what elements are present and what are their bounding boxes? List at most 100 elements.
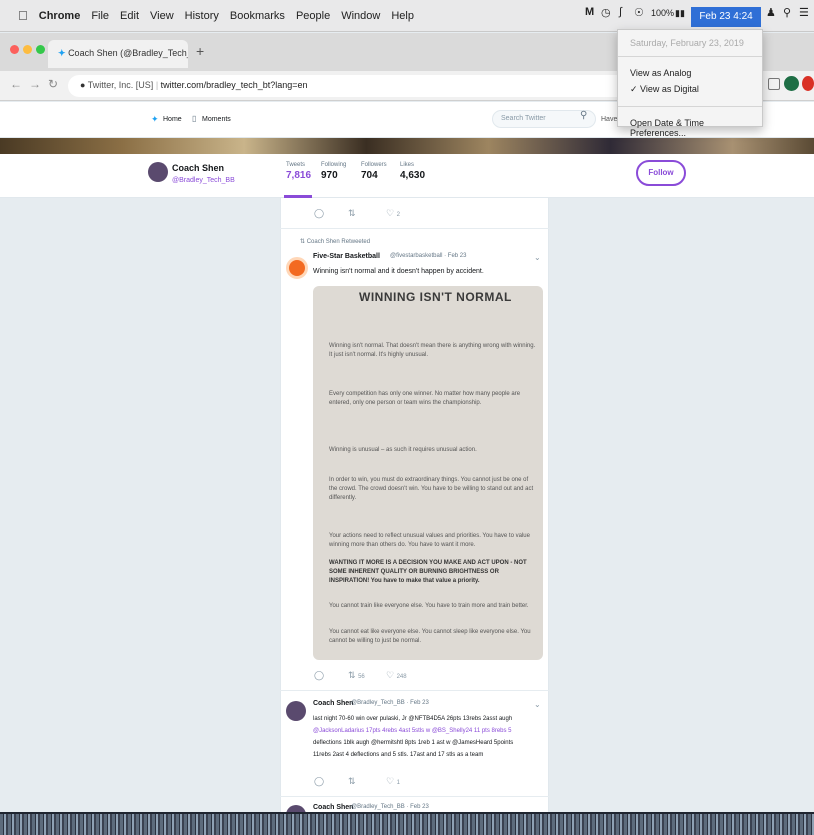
nav-moments[interactable]: Moments — [202, 116, 231, 123]
chevron-down-icon[interactable]: ⌄ — [534, 700, 541, 709]
tweet-text-line: @JacksonLadarius 17pts 4rebs 4ast 5stls … — [313, 728, 512, 734]
tweet-handle-date[interactable]: @Bradley_Tech_BB · Feb 23 — [351, 804, 429, 810]
battery-icon[interactable]: ▮▮ — [675, 8, 685, 19]
heart-icon: ♡ — [386, 208, 395, 218]
spotlight-search-icon[interactable]: ⚲ — [783, 6, 791, 19]
retweet-note-text: Coach Shen Retweeted — [306, 239, 371, 245]
address-prefix: Twitter, Inc. [US] — [87, 80, 154, 90]
avatar[interactable] — [286, 701, 306, 721]
close-window-button[interactable] — [10, 45, 19, 54]
profile-handle[interactable]: @Bradley_Tech_BB — [172, 177, 235, 184]
stat-followers[interactable]: Followers 704 — [361, 162, 387, 181]
like-action[interactable]: ♡ 1 — [386, 776, 400, 787]
menu-history[interactable]: History — [185, 10, 219, 22]
tweet-author[interactable]: Coach Shen — [313, 700, 353, 707]
reply-icon[interactable]: ◯ — [314, 670, 324, 681]
browser-tab[interactable]: ✦ Coach Shen (@Bradley_Tech_) × — [48, 40, 188, 68]
profile-extension-icon[interactable] — [802, 76, 814, 91]
like-action[interactable]: ♡ 248 — [386, 670, 407, 681]
like-action[interactable]: ♡ 2 — [386, 208, 400, 219]
tweet-text: Winning isn't normal and it doesn't happ… — [313, 268, 484, 275]
user-icon[interactable]: ♟ — [766, 6, 776, 19]
menu-people[interactable]: People — [296, 10, 330, 22]
stat-tweets[interactable]: Tweets 7,816 — [286, 162, 311, 181]
retweet-action[interactable]: ⇅ 56 — [348, 670, 365, 681]
back-arrow-icon[interactable]: ← — [10, 77, 22, 91]
have-account-link[interactable]: Have — [601, 116, 617, 123]
stat-following[interactable]: Following 970 — [321, 162, 346, 181]
minimize-window-button[interactable] — [23, 45, 32, 54]
avatar[interactable] — [286, 257, 308, 279]
retweet-note: ⇅ Coach Shen Retweeted — [300, 238, 370, 245]
menu-separator — [618, 56, 762, 57]
profile-name[interactable]: Coach Shen — [172, 163, 224, 173]
tweet-text-line: last night 70-60 win over pulaski, Jr @N… — [313, 716, 513, 722]
avatar[interactable] — [148, 162, 168, 182]
stat-likes[interactable]: Likes 4,630 — [400, 162, 425, 181]
chevron-down-icon[interactable]: ⌄ — [534, 253, 541, 262]
wifi-icon[interactable]: ☉ — [634, 6, 644, 19]
photo-paragraph: Winning is unusual – as such it requires… — [329, 447, 477, 453]
photo-paragraph: Your actions need to reflect unusual val… — [329, 533, 530, 548]
reply-icon[interactable]: ◯ — [314, 776, 324, 787]
photo-paragraph: In order to win, you must do extraordina… — [329, 477, 534, 501]
url-text: twitter.com/bradley_tech_bt?lang=en — [160, 80, 308, 90]
stat-label: Followers — [361, 162, 387, 168]
zoom-window-button[interactable] — [36, 45, 45, 54]
tweet-handle-date[interactable]: @Bradley_Tech_BB · Feb 23 — [351, 700, 429, 706]
menu-chrome[interactable]: Chrome — [39, 10, 81, 22]
reply-icon[interactable]: ◯ — [314, 208, 324, 219]
time-machine-icon[interactable]: ◷ — [601, 6, 611, 19]
reload-icon[interactable]: ↻ — [48, 77, 58, 91]
menu-edit[interactable]: Edit — [120, 10, 139, 22]
photo-bold-paragraph: WANTING IT MORE IS A DECISION YOU MAKE A… — [329, 560, 527, 584]
moments-icon[interactable]: ▯ — [192, 114, 196, 123]
menu-help[interactable]: Help — [391, 10, 414, 22]
retweet-icon[interactable]: ⇅ — [348, 776, 356, 787]
tweet-divider — [280, 690, 549, 691]
bluetooth-icon[interactable]: ∫ — [619, 6, 622, 18]
search-icon[interactable]: ⚲ — [580, 110, 587, 121]
photo-title: WINNING ISN'T NORMAL — [359, 290, 512, 304]
clock-dropdown-menu: Saturday, February 23, 2019 View as Anal… — [617, 29, 763, 138]
date-time-preferences-item[interactable]: Open Date & Time Preferences... — [618, 115, 762, 141]
retweet-count: 56 — [358, 674, 365, 680]
follow-button[interactable]: Follow — [636, 160, 686, 186]
heart-icon: ♡ — [386, 670, 395, 680]
apple-icon[interactable]:  — [18, 8, 28, 23]
photo-paragraph: You cannot train like everyone else. You… — [329, 603, 529, 609]
photo-paragraph: Winning isn't normal. That doesn't mean … — [329, 343, 536, 358]
tweet-photo[interactable]: WINNING ISN'T NORMAL Winning isn't norma… — [313, 286, 543, 660]
menu-view[interactable]: View — [150, 10, 174, 22]
extension-icon[interactable] — [784, 76, 799, 91]
stat-value: 4,630 — [400, 170, 426, 181]
nav-home[interactable]: Home — [163, 116, 182, 123]
tweet-author[interactable]: Coach Shen — [313, 804, 353, 811]
tweet-author[interactable]: Five-Star Basketball — [313, 253, 380, 260]
twitter-bird-icon: ✦ — [58, 48, 66, 58]
new-tab-button[interactable]: + — [196, 43, 204, 59]
mac-dock[interactable] — [0, 812, 814, 835]
bookmark-icon[interactable] — [768, 78, 780, 90]
menu-clock[interactable]: Feb 23 4:24 PM — [691, 7, 761, 42]
menu-file[interactable]: File — [91, 10, 109, 22]
stat-label: Tweets — [286, 162, 306, 168]
tweet-text-line: deflections 1blk augh @hermitshtl 8pts 1… — [313, 740, 514, 746]
dropdown-date: Saturday, February 23, 2019 — [630, 38, 744, 48]
menu-window[interactable]: Window — [341, 10, 380, 22]
photo-paragraph: You cannot eat like everyone else. You c… — [329, 629, 531, 644]
home-icon[interactable]: ✦ — [151, 114, 159, 125]
stat-value: 7,816 — [286, 170, 312, 181]
notification-center-icon[interactable]: ☰ — [799, 6, 809, 19]
stat-value: 704 — [361, 170, 378, 181]
tweet-handle-date[interactable]: @fivestarbasketball · Feb 23 — [390, 253, 466, 259]
like-count: 248 — [396, 674, 407, 680]
view-as-analog-item[interactable]: View as Analog — [618, 65, 762, 81]
stat-label: Following — [321, 162, 347, 168]
retweet-icon[interactable]: ⇅ — [348, 208, 356, 219]
forward-arrow-icon[interactable]: → — [29, 77, 41, 91]
tab-title: Coach Shen (@Bradley_Tech_) × — [68, 48, 188, 58]
menu-bookmarks[interactable]: Bookmarks — [230, 10, 285, 22]
malwarebytes-icon[interactable]: M — [585, 6, 594, 18]
view-as-digital-item[interactable]: ✓ View as Digital — [618, 81, 762, 98]
